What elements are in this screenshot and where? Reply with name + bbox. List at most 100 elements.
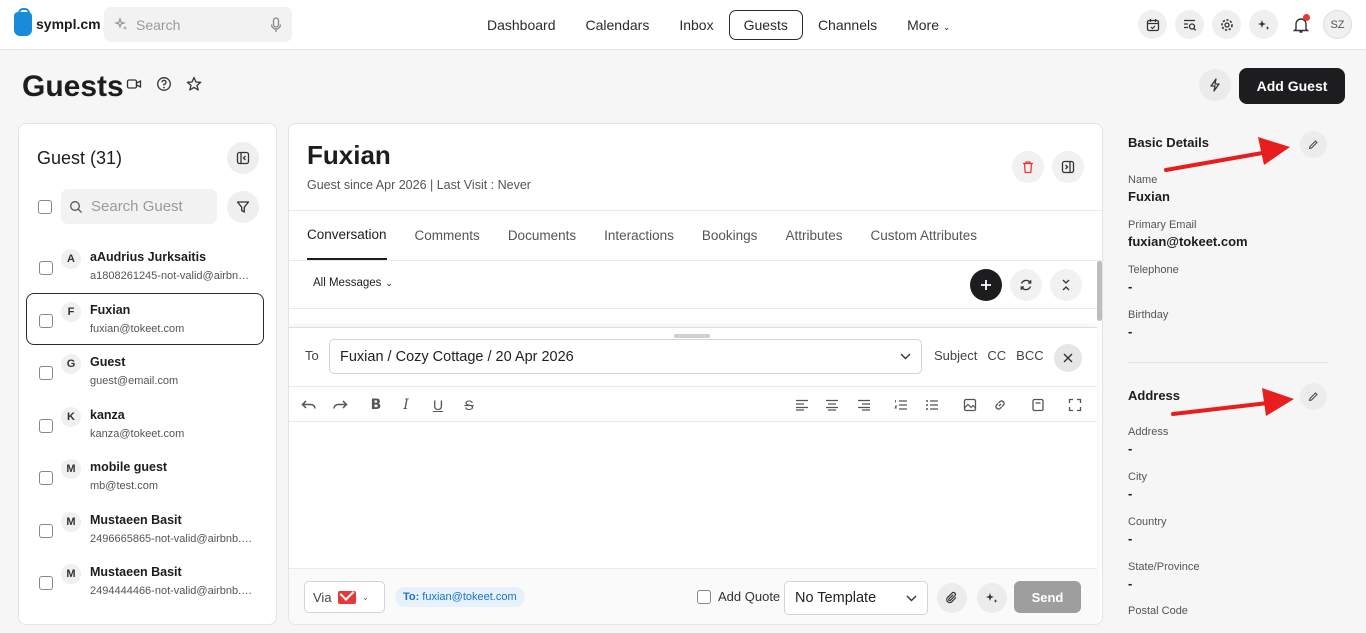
link-icon[interactable] xyxy=(990,395,1010,415)
template-select[interactable]: No Template xyxy=(784,581,928,615)
guest-email: fuxian@tokeet.com xyxy=(90,322,185,335)
select-all-checkbox[interactable] xyxy=(38,200,52,214)
guest-checkbox[interactable] xyxy=(39,471,53,485)
image-icon[interactable] xyxy=(960,395,980,415)
nav-more[interactable]: More ⌄ xyxy=(892,10,965,40)
notification-bell-icon[interactable] xyxy=(1286,10,1315,39)
numbered-list-icon[interactable] xyxy=(891,395,911,415)
toggle-details-button[interactable] xyxy=(1052,151,1084,183)
plus-icon xyxy=(980,279,992,291)
undo-icon[interactable] xyxy=(299,395,319,415)
align-right-icon[interactable] xyxy=(854,395,874,415)
bolt-icon xyxy=(1208,78,1222,92)
ai-sparkle-icon[interactable] xyxy=(1249,10,1278,39)
subject-toggle[interactable]: Subject xyxy=(934,348,977,363)
ai-assist-button[interactable] xyxy=(977,583,1007,613)
filter-icon xyxy=(236,200,250,214)
address-value: - xyxy=(1128,441,1133,456)
via-channel-select[interactable]: Via ⌄ xyxy=(304,581,385,613)
close-composer-button[interactable] xyxy=(1054,344,1082,372)
nav-inbox[interactable]: Inbox xyxy=(664,10,728,40)
add-quote-label: Add Quote xyxy=(718,589,781,604)
bullet-list-icon[interactable] xyxy=(922,395,942,415)
send-button[interactable]: Send xyxy=(1014,581,1081,613)
calendar-check-icon[interactable] xyxy=(1138,10,1167,39)
guest-list-item[interactable]: AaAudrius Jurksaitis a1808261245-not-vali… xyxy=(26,240,264,293)
guest-checkbox[interactable] xyxy=(39,418,53,433)
guest-list-item[interactable]: M Mustaeen Basit 2494444466-not-valid@airb… xyxy=(26,555,264,608)
refresh-button[interactable] xyxy=(1010,269,1042,301)
panel-toggle-icon xyxy=(1061,160,1075,174)
tab-custom-attributes[interactable]: Custom Attributes xyxy=(870,212,977,259)
tab-conversation[interactable]: Conversation xyxy=(307,211,387,260)
edit-address-button[interactable] xyxy=(1300,383,1327,410)
new-message-button[interactable] xyxy=(970,269,1002,301)
filter-button[interactable] xyxy=(227,191,259,223)
edit-basic-details-button[interactable] xyxy=(1300,131,1327,158)
message-filter-dropdown[interactable]: All Messages ⌄ xyxy=(313,277,393,289)
composer-drag-handle[interactable] xyxy=(674,334,710,338)
tab-attributes[interactable]: Attributes xyxy=(785,212,842,259)
guest-list-item[interactable]: Kkanza kanza@tokeet.com xyxy=(26,398,264,451)
search-list-icon[interactable] xyxy=(1175,10,1204,39)
guest-list-item[interactable]: Mmobile guest mb@test.com xyxy=(26,450,264,503)
align-left-icon[interactable] xyxy=(792,395,812,415)
guest-initial-avatar: M xyxy=(61,459,81,479)
message-scrollbar[interactable] xyxy=(1097,261,1102,321)
attach-file-button[interactable] xyxy=(937,583,967,613)
tab-documents[interactable]: Documents xyxy=(508,212,576,259)
star-icon[interactable] xyxy=(186,76,202,92)
align-center-icon[interactable] xyxy=(822,395,842,415)
basic-details-title: Basic Details xyxy=(1128,135,1209,150)
global-search-input[interactable]: Search xyxy=(104,7,292,42)
guest-list-item[interactable]: M Mustaeen Basit 2496665865-not-valid@airb… xyxy=(26,503,264,556)
guest-checkbox[interactable] xyxy=(39,576,53,590)
bold-icon[interactable]: B xyxy=(366,395,386,415)
message-body-editor[interactable] xyxy=(289,422,1097,568)
to-label: To xyxy=(305,348,319,363)
tab-interactions[interactable]: Interactions xyxy=(604,212,674,259)
logo[interactable]: sympl.cm xyxy=(14,8,101,36)
tab-comments[interactable]: Comments xyxy=(415,212,480,259)
add-guest-button[interactable]: Add Guest xyxy=(1239,68,1345,104)
underline-icon[interactable]: U xyxy=(428,395,448,415)
guest-name: kanza xyxy=(90,407,125,422)
guest-checkbox[interactable] xyxy=(39,523,53,538)
collapse-composer-button[interactable] xyxy=(1050,269,1082,301)
add-quote-checkbox[interactable] xyxy=(697,589,711,604)
collapse-list-button[interactable] xyxy=(227,142,259,174)
guest-checkbox[interactable] xyxy=(39,366,53,380)
template-icon[interactable] xyxy=(1028,395,1048,415)
guest-list-item[interactable]: F Fuxian fuxian@tokeet.com xyxy=(26,292,264,345)
paperclip-icon xyxy=(945,591,959,605)
guest-checkbox[interactable] xyxy=(39,313,53,328)
search-guest-input[interactable]: Search Guest xyxy=(61,189,217,224)
guest-checkbox[interactable] xyxy=(39,261,53,275)
settings-icon[interactable] xyxy=(1212,10,1241,39)
composer-footer: Via ⌄ To: fuxian@tokeet.com Add Quote No… xyxy=(289,568,1097,624)
recipient-select[interactable]: Fuxian / Cozy Cottage / 20 Apr 2026 xyxy=(329,339,922,374)
italic-icon[interactable]: I xyxy=(396,395,416,415)
bcc-toggle[interactable]: BCC xyxy=(1016,348,1043,363)
automation-bolt-button[interactable] xyxy=(1199,69,1231,101)
message-filter-label: All Messages xyxy=(313,277,382,289)
refresh-icon xyxy=(1019,278,1033,292)
strikethrough-icon[interactable]: S xyxy=(459,395,479,415)
fullscreen-icon[interactable] xyxy=(1065,395,1085,415)
nav-calendars[interactable]: Calendars xyxy=(571,10,665,40)
nav-channels[interactable]: Channels xyxy=(803,10,892,40)
title-actions xyxy=(126,76,202,92)
video-icon[interactable] xyxy=(126,76,142,92)
delete-guest-button[interactable] xyxy=(1012,151,1044,183)
microphone-icon[interactable] xyxy=(270,16,282,33)
tab-bookings[interactable]: Bookings xyxy=(702,212,758,259)
nav-dashboard[interactable]: Dashboard xyxy=(472,10,571,40)
guest-list-item[interactable]: G Guest guest@email.com xyxy=(26,345,264,398)
help-icon[interactable] xyxy=(156,76,172,92)
add-quote-option[interactable]: Add Quote xyxy=(697,589,780,604)
redo-icon[interactable] xyxy=(330,395,350,415)
user-avatar[interactable]: SZ xyxy=(1323,10,1352,39)
search-icon xyxy=(69,200,83,214)
cc-toggle[interactable]: CC xyxy=(987,348,1006,363)
nav-guests[interactable]: Guests xyxy=(728,10,803,40)
